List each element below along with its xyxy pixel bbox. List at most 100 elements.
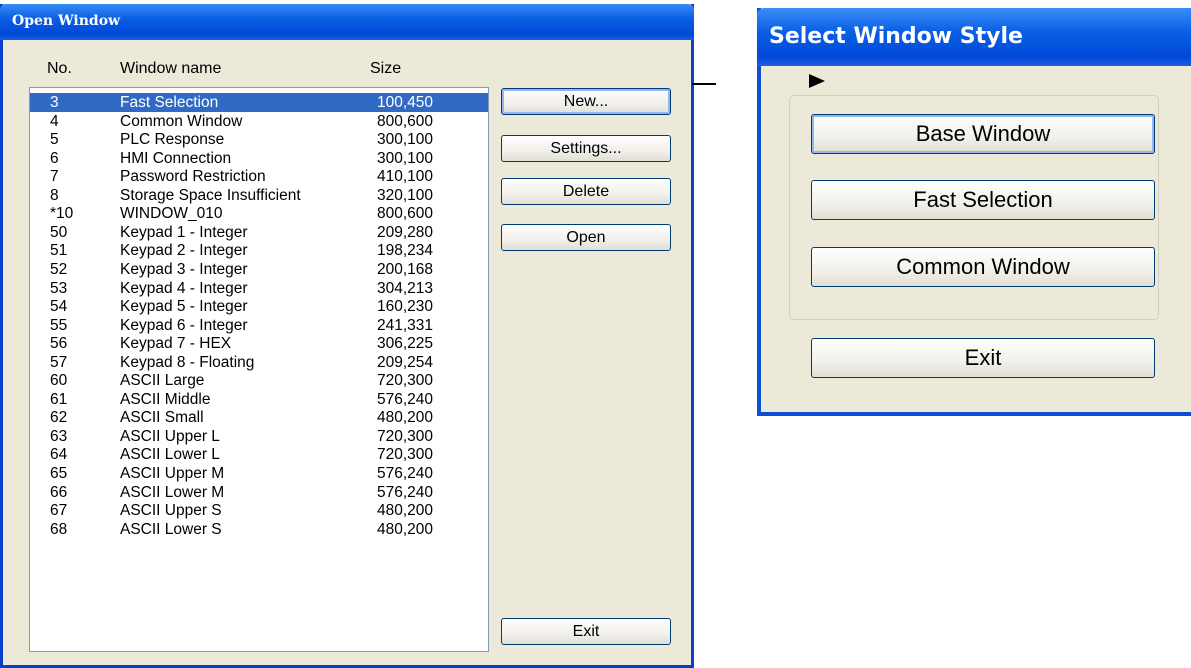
list-row[interactable]: 54 Keypad 5 - Integer 160,230	[30, 297, 488, 316]
select-window-style-dialog: Select Window Style Base Window Fast Sel…	[757, 8, 1191, 416]
cell-size: 800,600	[377, 112, 434, 130]
cell-size: 100,450	[377, 94, 434, 111]
list-row[interactable]: 50 Keypad 1 - Integer 209,280	[30, 223, 488, 242]
settings-button[interactable]: Settings...	[501, 135, 671, 162]
cell-no: 62	[50, 409, 68, 427]
cell-window-name: ASCII Large	[120, 372, 205, 390]
open-window-title-bar[interactable]: Open Window	[0, 4, 694, 40]
cell-window-name: Keypad 2 - Integer	[120, 242, 248, 260]
cell-window-name: ASCII Lower S	[120, 520, 222, 538]
select-window-style-title-bar[interactable]: Select Window Style	[757, 8, 1191, 66]
cell-no: 50	[50, 223, 68, 241]
cell-size: 320,100	[377, 186, 434, 204]
select-window-style-title: Select Window Style	[769, 24, 1023, 49]
cell-window-name: ASCII Small	[120, 409, 204, 427]
cell-no: 51	[50, 242, 68, 260]
cell-window-name: Keypad 8 - Floating	[120, 353, 255, 371]
cell-no: 52	[50, 260, 68, 278]
cell-size: 200,168	[377, 260, 434, 278]
list-row[interactable]: *10 WINDOW_010 800,600	[30, 204, 488, 223]
column-header-window-name[interactable]: Window name	[120, 60, 221, 78]
window-list[interactable]: 3 Fast Selection 100,450 4 Common Window 800,…	[29, 87, 489, 652]
list-row[interactable]: 4 Common Window 800,600	[30, 112, 488, 131]
list-row[interactable]: 62 ASCII Small 480,200	[30, 408, 488, 427]
cell-no: 57	[50, 353, 68, 371]
list-row[interactable]: 6 HMI Connection 300,100	[30, 149, 488, 168]
arrow-head-icon	[809, 74, 825, 88]
cell-size: 480,200	[377, 409, 434, 427]
base-window-button[interactable]: Base Window	[811, 114, 1155, 154]
cell-no: 6	[50, 149, 59, 167]
cell-size: 160,230	[377, 298, 434, 316]
list-row[interactable]: 56 Keypad 7 - HEX 306,225	[30, 334, 488, 353]
cell-window-name: HMI Connection	[120, 149, 232, 167]
cell-no: 66	[50, 483, 68, 501]
cell-size: 720,300	[377, 372, 434, 390]
column-header-size[interactable]: Size	[370, 60, 401, 78]
list-row[interactable]: 60 ASCII Large 720,300	[30, 371, 488, 390]
open-button[interactable]: Open	[501, 224, 671, 251]
cell-no: 4	[50, 112, 59, 130]
open-window-dialog: Open Window No. Window name Size 3 Fast S…	[0, 4, 694, 668]
list-row[interactable]: 68 ASCII Lower S 480,200	[30, 520, 488, 539]
list-row[interactable]: 53 Keypad 4 - Integer 304,213	[30, 279, 488, 298]
cell-window-name: ASCII Upper S	[120, 502, 222, 520]
new-button[interactable]: New...	[501, 88, 671, 115]
cell-window-name: ASCII Upper L	[120, 427, 220, 445]
cell-no: 64	[50, 446, 68, 464]
list-row[interactable]: 57 Keypad 8 - Floating 209,254	[30, 353, 488, 372]
cell-size: 241,331	[377, 316, 434, 334]
list-row[interactable]: 3 Fast Selection 100,450	[30, 93, 488, 112]
cell-size: 576,240	[377, 390, 434, 408]
cell-window-name: Fast Selection	[120, 94, 219, 111]
cell-size: 209,254	[377, 353, 434, 371]
cell-no: 54	[50, 298, 68, 316]
cell-size: 410,100	[377, 168, 434, 186]
delete-button[interactable]: Delete	[501, 178, 671, 205]
cell-no: 68	[50, 520, 68, 538]
cell-no: 7	[50, 168, 59, 186]
list-row[interactable]: 7 Password Restriction 410,100	[30, 167, 488, 186]
cell-window-name: Storage Space Insufficient	[120, 186, 301, 204]
list-row[interactable]: 67 ASCII Upper S 480,200	[30, 501, 488, 520]
list-row[interactable]: 61 ASCII Middle 576,240	[30, 390, 488, 409]
cell-size: 720,300	[377, 427, 434, 445]
cell-size: 304,213	[377, 279, 434, 297]
cell-window-name: Keypad 3 - Integer	[120, 260, 248, 278]
list-row[interactable]: 51 Keypad 2 - Integer 198,234	[30, 241, 488, 260]
list-row[interactable]: 8 Storage Space Insufficient 320,100	[30, 186, 488, 205]
cell-size: 300,100	[377, 131, 434, 149]
cell-no: 55	[50, 316, 68, 334]
cell-window-name: Keypad 1 - Integer	[120, 223, 248, 241]
list-row[interactable]: 64 ASCII Lower L 720,300	[30, 445, 488, 464]
select-exit-button[interactable]: Exit	[811, 338, 1155, 378]
exit-button[interactable]: Exit	[501, 618, 671, 645]
cell-window-name: ASCII Upper M	[120, 465, 225, 482]
cell-no: 67	[50, 502, 68, 520]
list-row[interactable]: 63 ASCII Upper L 720,300	[30, 427, 488, 446]
cell-size: 306,225	[377, 335, 434, 353]
list-row[interactable]: 66 ASCII Lower M 576,240	[30, 483, 488, 502]
cell-no: 60	[50, 372, 68, 390]
cell-size: 576,240	[377, 483, 434, 501]
cell-size: 720,300	[377, 446, 434, 464]
list-row[interactable]: 52 Keypad 3 - Integer 200,168	[30, 260, 488, 279]
cell-window-name: Keypad 5 - Integer	[120, 298, 248, 316]
cell-size: 800,600	[377, 205, 434, 223]
cell-size: 480,200	[377, 502, 434, 520]
fast-selection-button[interactable]: Fast Selection	[811, 180, 1155, 220]
cell-window-name: PLC Response	[120, 131, 225, 149]
cell-window-name: Common Window	[120, 112, 243, 130]
connector-line	[692, 83, 716, 85]
cell-window-name: Keypad 6 - Integer	[120, 316, 248, 334]
list-row[interactable]: 65 ASCII Upper M 576,240	[30, 464, 488, 483]
list-row[interactable]: 55 Keypad 6 - Integer 241,331	[30, 316, 488, 335]
column-header-no[interactable]: No.	[47, 60, 72, 78]
cell-window-name: ASCII Lower L	[120, 446, 220, 464]
cell-size: 198,234	[377, 242, 434, 260]
common-window-button[interactable]: Common Window	[811, 247, 1155, 287]
cell-window-name: ASCII Middle	[120, 390, 211, 408]
list-row[interactable]: 5 PLC Response 300,100	[30, 130, 488, 149]
cell-no: 61	[50, 390, 68, 408]
cell-no: 53	[50, 279, 68, 297]
